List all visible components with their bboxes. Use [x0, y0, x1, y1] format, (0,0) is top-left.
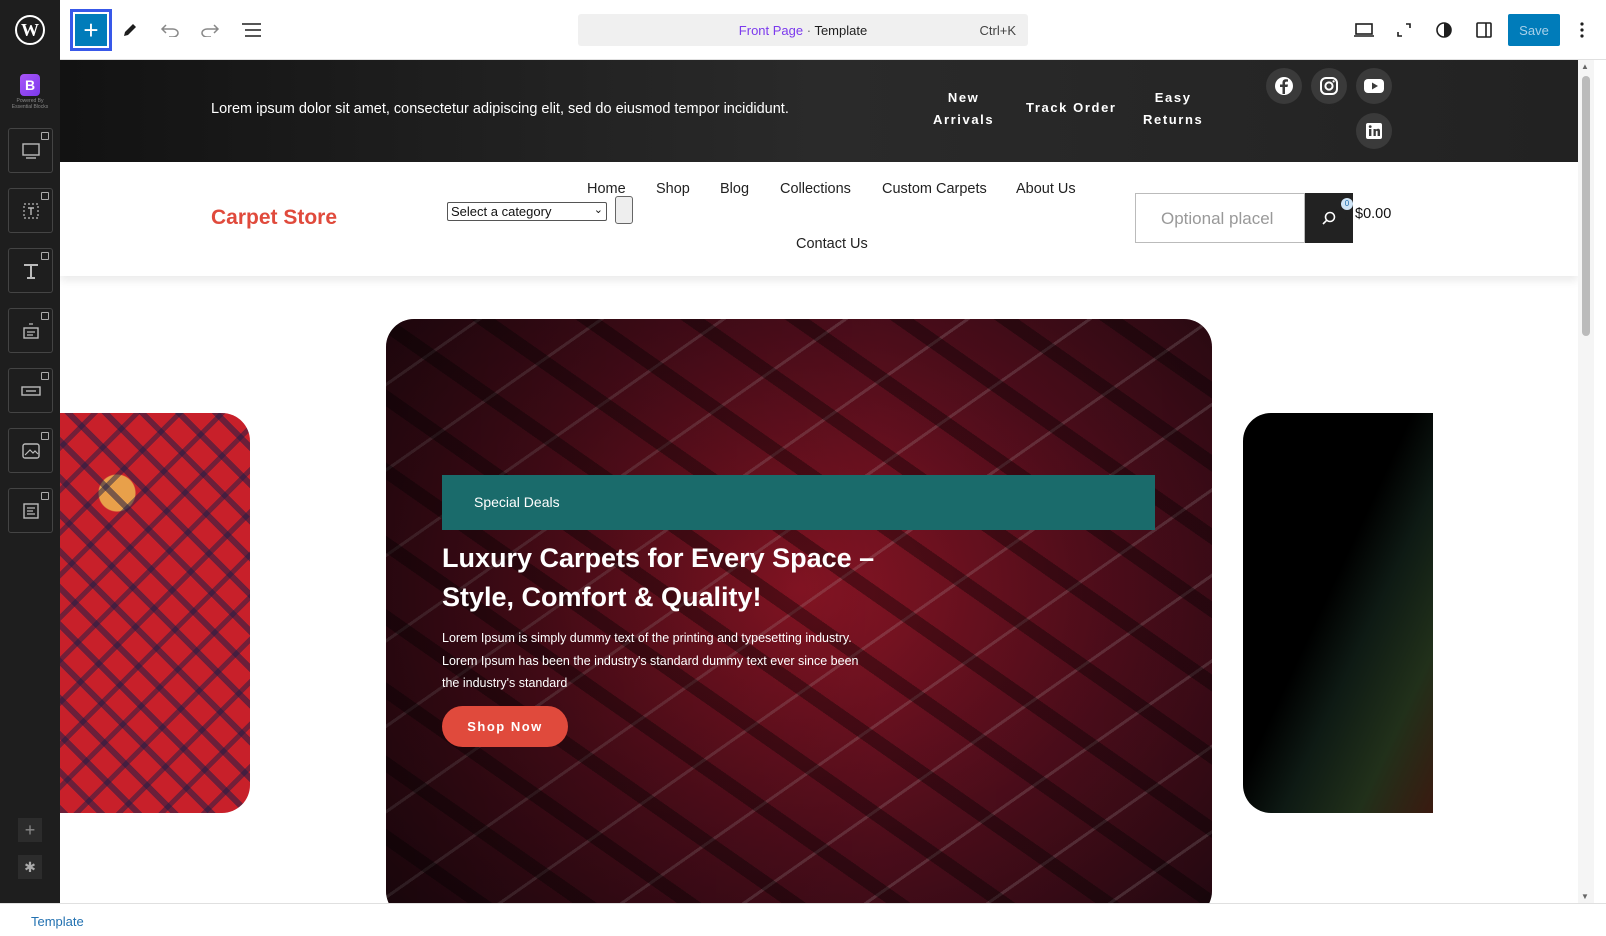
form-block-icon[interactable] — [8, 308, 53, 353]
linkedin-icon[interactable] — [1356, 113, 1392, 149]
nav-custom-carpets[interactable]: Custom Carpets — [882, 181, 987, 197]
svg-text:W: W — [21, 20, 39, 40]
add-block-button[interactable]: + — [70, 9, 112, 51]
essential-blocks-logo: B Powered By Essential Blocks — [8, 74, 52, 110]
redo-icon[interactable] — [190, 10, 230, 50]
powered-by-text: Powered By Essential Blocks — [11, 98, 49, 110]
nav-blog[interactable]: Blog — [720, 181, 749, 197]
slide-image-previous[interactable] — [60, 413, 250, 813]
link-line: Returns — [1143, 112, 1204, 127]
scroll-up-icon[interactable]: ▲ — [1581, 62, 1589, 71]
sidebar-settings-gear-icon[interactable]: ✱ — [18, 855, 42, 879]
breadcrumb-template[interactable]: Template — [31, 914, 84, 929]
cart-icon — [1334, 209, 1347, 222]
search-input[interactable]: Optional placel — [1135, 193, 1305, 243]
hero-title: Luxury Carpets for Every Space – Style, … — [442, 543, 875, 612]
editor-canvas: Lorem ipsum dolor sit amet, consectetur … — [60, 60, 1578, 903]
category-submit-button[interactable] — [615, 196, 633, 224]
corner-icon — [41, 192, 49, 200]
nav-shop[interactable]: Shop — [656, 181, 690, 197]
pencil-tool-icon[interactable] — [110, 10, 150, 50]
document-overview-icon[interactable] — [232, 10, 272, 50]
scroll-down-icon[interactable]: ▼ — [1581, 892, 1589, 901]
youtube-icon[interactable] — [1356, 68, 1392, 104]
scrollbar-thumb[interactable] — [1582, 76, 1590, 336]
save-button[interactable]: Save — [1508, 14, 1560, 46]
sidebar-add-icon[interactable]: + — [18, 818, 42, 842]
list-block-icon[interactable] — [8, 488, 53, 533]
category-select-value: Select a category — [451, 204, 552, 219]
chevron-down-icon: ⌄ — [593, 204, 603, 216]
text-block-icon[interactable] — [8, 188, 53, 233]
track-order-link[interactable]: Track Order — [1026, 97, 1117, 119]
new-arrivals-link[interactable]: New Arrivals — [933, 87, 994, 131]
cart-total: $0.00 — [1355, 206, 1392, 222]
nav-home[interactable]: Home — [587, 181, 626, 197]
document-page-name: Front Page — [738, 23, 804, 38]
link-line: Track Order — [1026, 100, 1117, 115]
button-block-icon[interactable] — [8, 368, 53, 413]
special-deals-label: Special Deals — [442, 475, 1155, 530]
document-title-separator: · — [803, 23, 815, 38]
document-title: Front Page · Template — [578, 23, 1028, 38]
announcement-text: Lorem ipsum dolor sit amet, consectetur … — [211, 101, 789, 117]
link-line: Easy — [1154, 90, 1192, 105]
cart-count-badge: 0 — [1341, 198, 1353, 210]
shop-now-button[interactable]: Shop Now — [442, 706, 568, 747]
nav-collections[interactable]: Collections — [780, 181, 851, 197]
heading-block-icon[interactable] — [8, 248, 53, 293]
document-type: Template — [814, 23, 868, 38]
canvas-scrollbar[interactable]: ▲ ▼ — [1578, 60, 1594, 903]
slide-image-next[interactable] — [1243, 413, 1433, 813]
slider-block-icon[interactable] — [8, 128, 53, 173]
easy-returns-link[interactable]: Easy Returns — [1143, 87, 1203, 131]
corner-icon — [41, 132, 49, 140]
hero-description: Lorem Ipsum is simply dummy text of the … — [442, 631, 859, 690]
command-palette-bar[interactable]: Front Page · Template Ctrl+K — [578, 14, 1028, 46]
corner-icon — [41, 432, 49, 440]
image-block-icon[interactable] — [8, 428, 53, 473]
desktop-view-icon[interactable] — [1344, 10, 1384, 50]
undo-icon[interactable] — [150, 10, 190, 50]
essential-blocks-icon: B — [20, 74, 40, 96]
hero-slide: Special Deals Luxury Carpets for Every S… — [386, 319, 1212, 903]
essential-blocks-sidebar: B Powered By Essential Blocks + ✱ — [0, 60, 60, 903]
top-announcement-bar: Lorem ipsum dolor sit amet, consectetur … — [60, 60, 1578, 162]
site-brand[interactable]: Carpet Store — [211, 206, 337, 230]
corner-icon — [41, 312, 49, 320]
editor-footer: Template — [0, 903, 1606, 936]
category-select[interactable]: Select a category ⌄ — [447, 202, 607, 221]
style-toggle-icon[interactable] — [1424, 10, 1464, 50]
corner-icon — [41, 252, 49, 260]
settings-sidebar-icon[interactable] — [1464, 10, 1504, 50]
fullscreen-icon[interactable] — [1384, 10, 1424, 50]
nav-about-us[interactable]: About Us — [1016, 181, 1076, 197]
more-options-icon[interactable] — [1562, 10, 1602, 50]
link-line: New — [947, 90, 980, 105]
editor-toolbar: W + Front Page · Template Ctrl+K Save — [0, 0, 1606, 60]
instagram-icon[interactable] — [1311, 68, 1347, 104]
corner-icon — [41, 492, 49, 500]
corner-icon — [41, 372, 49, 380]
link-line: Arrivals — [933, 112, 995, 127]
shortcut-hint: Ctrl+K — [979, 23, 1016, 38]
site-header: Carpet Store Select a category ⌄ Home Sh… — [60, 162, 1578, 276]
facebook-icon[interactable] — [1266, 68, 1302, 104]
mini-cart[interactable]: 0 $0.00 — [1334, 198, 1392, 222]
wordpress-logo-icon[interactable]: W — [0, 0, 60, 60]
nav-contact-us[interactable]: Contact Us — [796, 236, 868, 252]
